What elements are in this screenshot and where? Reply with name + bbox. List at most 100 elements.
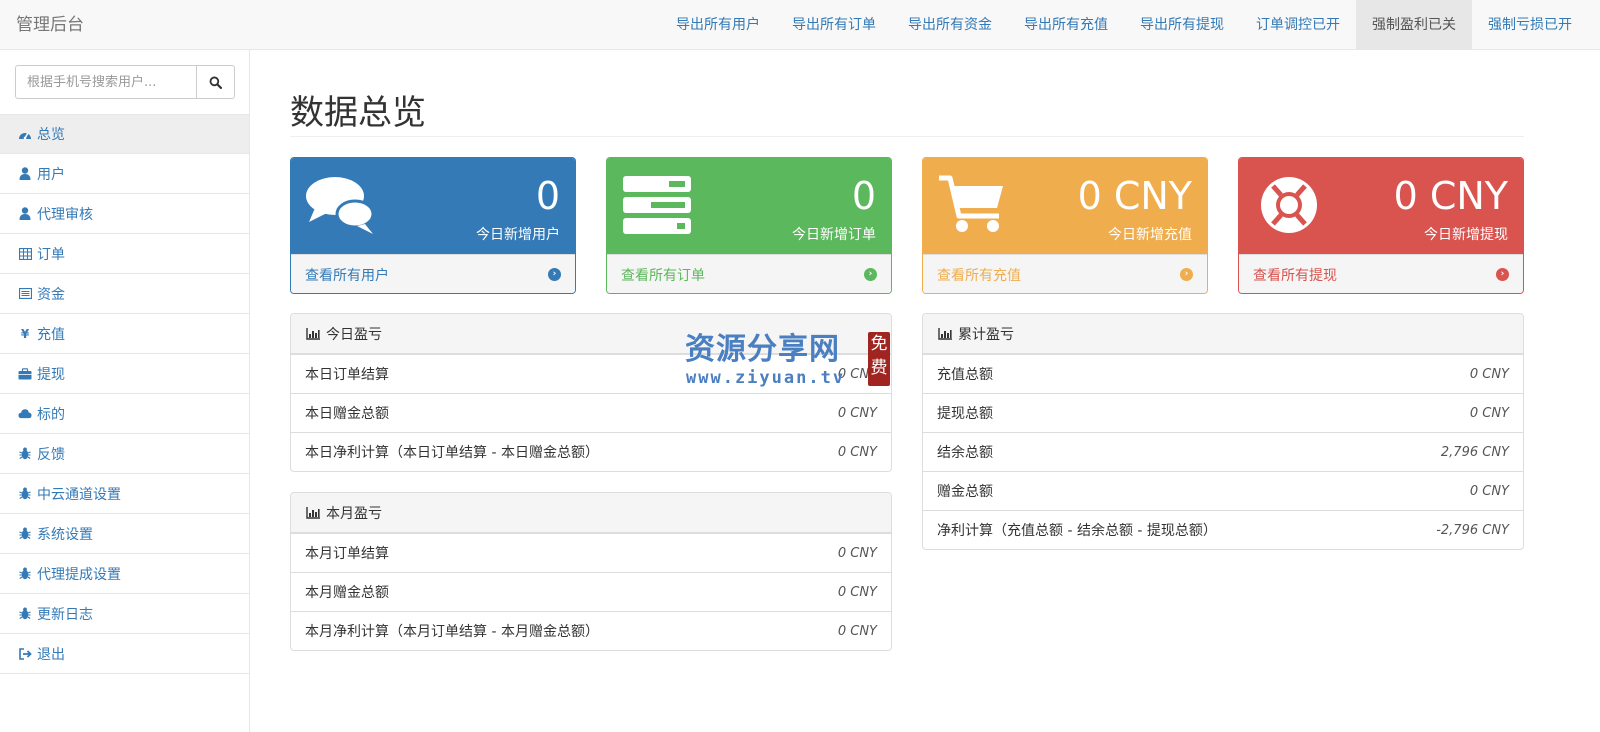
bar-chart-icon	[306, 506, 320, 519]
table-row: 结余总额 2,796 CNY	[923, 432, 1523, 471]
nav-links: 导出所有用户 导出所有订单 导出所有资金 导出所有充值 导出所有提现 订单调控已…	[660, 0, 1588, 50]
brand-title[interactable]: 管理后台	[16, 0, 84, 50]
stat-card-new-recharges: 0 CNY 今日新增充值 查看所有充值 ›	[922, 157, 1208, 294]
month-pnl-panel: 本月盈亏 本月订单结算 0 CNY 本月赠金总额 0 CNY 本月净利计算（本月订单…	[290, 492, 892, 651]
table-row: 净利计算（充值总额 - 结余总额 - 提现总额） -2,796 CNY	[923, 510, 1523, 549]
sidebar-item-changelog[interactable]: 更新日志	[0, 594, 249, 634]
watermark-stamp: 免费	[868, 332, 890, 386]
sidebar-item-funds[interactable]: 资金	[0, 274, 249, 314]
panel-title: 累计盈亏	[958, 326, 1014, 343]
panel-title: 本月盈亏	[326, 505, 382, 522]
row-value: 2,796 CNY	[1440, 444, 1509, 460]
row-label: 净利计算（充值总额 - 结余总额 - 提现总额）	[937, 523, 1217, 539]
comments-icon	[306, 177, 375, 234]
sidebar-item-label: 资金	[37, 286, 65, 303]
nav-export-withdrawals[interactable]: 导出所有提现	[1124, 0, 1240, 50]
bar-chart-icon	[306, 327, 320, 340]
stat-card-new-withdrawals: 0 CNY 今日新增提现 查看所有提现 ›	[1238, 157, 1524, 294]
stat-card-new-orders: 0 今日新增订单 查看所有订单 ›	[606, 157, 892, 294]
sidebar-item-label: 代理提成设置	[37, 566, 121, 583]
sidebar-item-label: 退出	[37, 646, 65, 663]
sidebar-item-label: 充值	[37, 326, 65, 343]
row-label: 本日净利计算（本日订单结算 - 本日赠金总额）	[305, 445, 599, 461]
row-label: 本日赠金总额	[305, 406, 389, 422]
list-icon	[18, 287, 32, 301]
sidebar-menu: 总览 用户 代理审核 订单 资金 ¥ 充值 提现 标的 反馈 中云通道设置 系统…	[0, 114, 249, 674]
sidebar-item-label: 中云通道设置	[37, 486, 121, 503]
sidebar-item-label: 订单	[37, 246, 65, 263]
sidebar-item-targets[interactable]: 标的	[0, 394, 249, 434]
life-ring-icon	[1261, 177, 1317, 233]
table-row: 充值总额 0 CNY	[923, 354, 1523, 393]
view-all-recharges-link[interactable]: 查看所有充值 ›	[923, 254, 1207, 293]
sidebar-item-orders[interactable]: 订单	[0, 234, 249, 274]
search-box	[15, 65, 235, 99]
new-recharges-amount: 0 CNY	[1077, 174, 1192, 218]
new-withdrawals-label: 今日新增提现	[1424, 227, 1508, 243]
nav-force-loss-toggle[interactable]: 强制亏损已开	[1472, 0, 1588, 50]
row-value: 0 CNY	[837, 444, 877, 460]
sidebar-item-system-settings[interactable]: 系统设置	[0, 514, 249, 554]
main-content: 数据总览 0 今日新增用户 查看所有用户 › 0 今日新增订单 查看所有订单 ›…	[250, 50, 1600, 732]
nav-force-profit-toggle[interactable]: 强制盈利已关	[1356, 0, 1472, 50]
new-users-count: 0	[535, 174, 560, 218]
row-label: 结余总额	[937, 445, 993, 461]
table-row: 提现总额 0 CNY	[923, 393, 1523, 432]
row-label: 充值总额	[937, 367, 993, 383]
arrow-circle-right-icon: ›	[864, 268, 877, 281]
sidebar-item-zhongyun-channel-settings[interactable]: 中云通道设置	[0, 474, 249, 514]
sidebar-item-label: 更新日志	[37, 606, 93, 623]
view-all-recharges-label: 查看所有充值	[937, 267, 1021, 284]
nav-export-funds[interactable]: 导出所有资金	[892, 0, 1008, 50]
new-recharges-label: 今日新增充值	[1108, 227, 1192, 243]
watermark-title: 资源分享网	[685, 332, 840, 367]
row-label: 本月赠金总额	[305, 585, 389, 601]
sidebar-item-label: 系统设置	[37, 526, 93, 543]
table-row: 本日赠金总额 0 CNY	[291, 393, 891, 432]
sidebar-item-label: 代理审核	[37, 206, 93, 223]
top-navbar: 管理后台 导出所有用户 导出所有订单 导出所有资金 导出所有充值 导出所有提现 …	[0, 0, 1600, 50]
panel-title: 今日盈亏	[326, 326, 382, 343]
cloud-icon	[18, 407, 32, 421]
sidebar-item-overview[interactable]: 总览	[0, 114, 249, 154]
nav-export-users[interactable]: 导出所有用户	[660, 0, 776, 50]
sidebar-item-logout[interactable]: 退出	[0, 634, 249, 674]
sidebar-item-feedback[interactable]: 反馈	[0, 434, 249, 474]
row-label: 本月净利计算（本月订单结算 - 本月赠金总额）	[305, 624, 599, 640]
view-all-withdrawals-link[interactable]: 查看所有提现 ›	[1239, 254, 1523, 293]
view-all-orders-link[interactable]: 查看所有订单 ›	[607, 254, 891, 293]
sidebar-item-withdraw[interactable]: 提现	[0, 354, 249, 394]
sidebar-item-label: 反馈	[37, 446, 65, 463]
table-row: 本月赠金总额 0 CNY	[291, 572, 891, 611]
search-button[interactable]	[197, 65, 235, 99]
sidebar-item-agent-review[interactable]: 代理审核	[0, 194, 249, 234]
nav-export-recharges[interactable]: 导出所有充值	[1008, 0, 1124, 50]
nav-export-orders[interactable]: 导出所有订单	[776, 0, 892, 50]
new-users-label: 今日新增用户	[476, 227, 560, 243]
row-label: 赠金总额	[937, 484, 993, 500]
new-orders-label: 今日新增订单	[792, 227, 876, 243]
page-title: 数据总览	[290, 93, 426, 133]
search-icon	[209, 76, 222, 89]
row-value: -2,796 CNY	[1436, 522, 1509, 538]
arrow-circle-right-icon: ›	[1180, 268, 1193, 281]
row-value: 0 CNY	[837, 623, 877, 639]
nav-order-control-toggle[interactable]: 订单调控已开	[1240, 0, 1356, 50]
view-all-users-link[interactable]: 查看所有用户 ›	[291, 254, 575, 293]
stat-card-new-users: 0 今日新增用户 查看所有用户 ›	[290, 157, 576, 294]
view-all-withdrawals-label: 查看所有提现	[1253, 267, 1337, 284]
sidebar-item-agent-commission-settings[interactable]: 代理提成设置	[0, 554, 249, 594]
sidebar-item-recharge[interactable]: ¥ 充值	[0, 314, 249, 354]
row-label: 本月订单结算	[305, 546, 389, 562]
watermark-url: www.ziyuan.tv	[686, 368, 846, 388]
yen-icon: ¥	[20, 326, 30, 341]
user-icon	[18, 207, 32, 221]
new-withdrawals-amount: 0 CNY	[1393, 174, 1508, 218]
sidebar-item-users[interactable]: 用户	[0, 154, 249, 194]
sidebar-item-label: 总览	[37, 127, 65, 143]
row-value: 0 CNY	[837, 545, 877, 561]
row-label: 本日订单结算	[305, 367, 389, 383]
search-input[interactable]	[15, 65, 197, 99]
sign-out-icon	[18, 647, 32, 661]
briefcase-icon	[18, 367, 32, 381]
